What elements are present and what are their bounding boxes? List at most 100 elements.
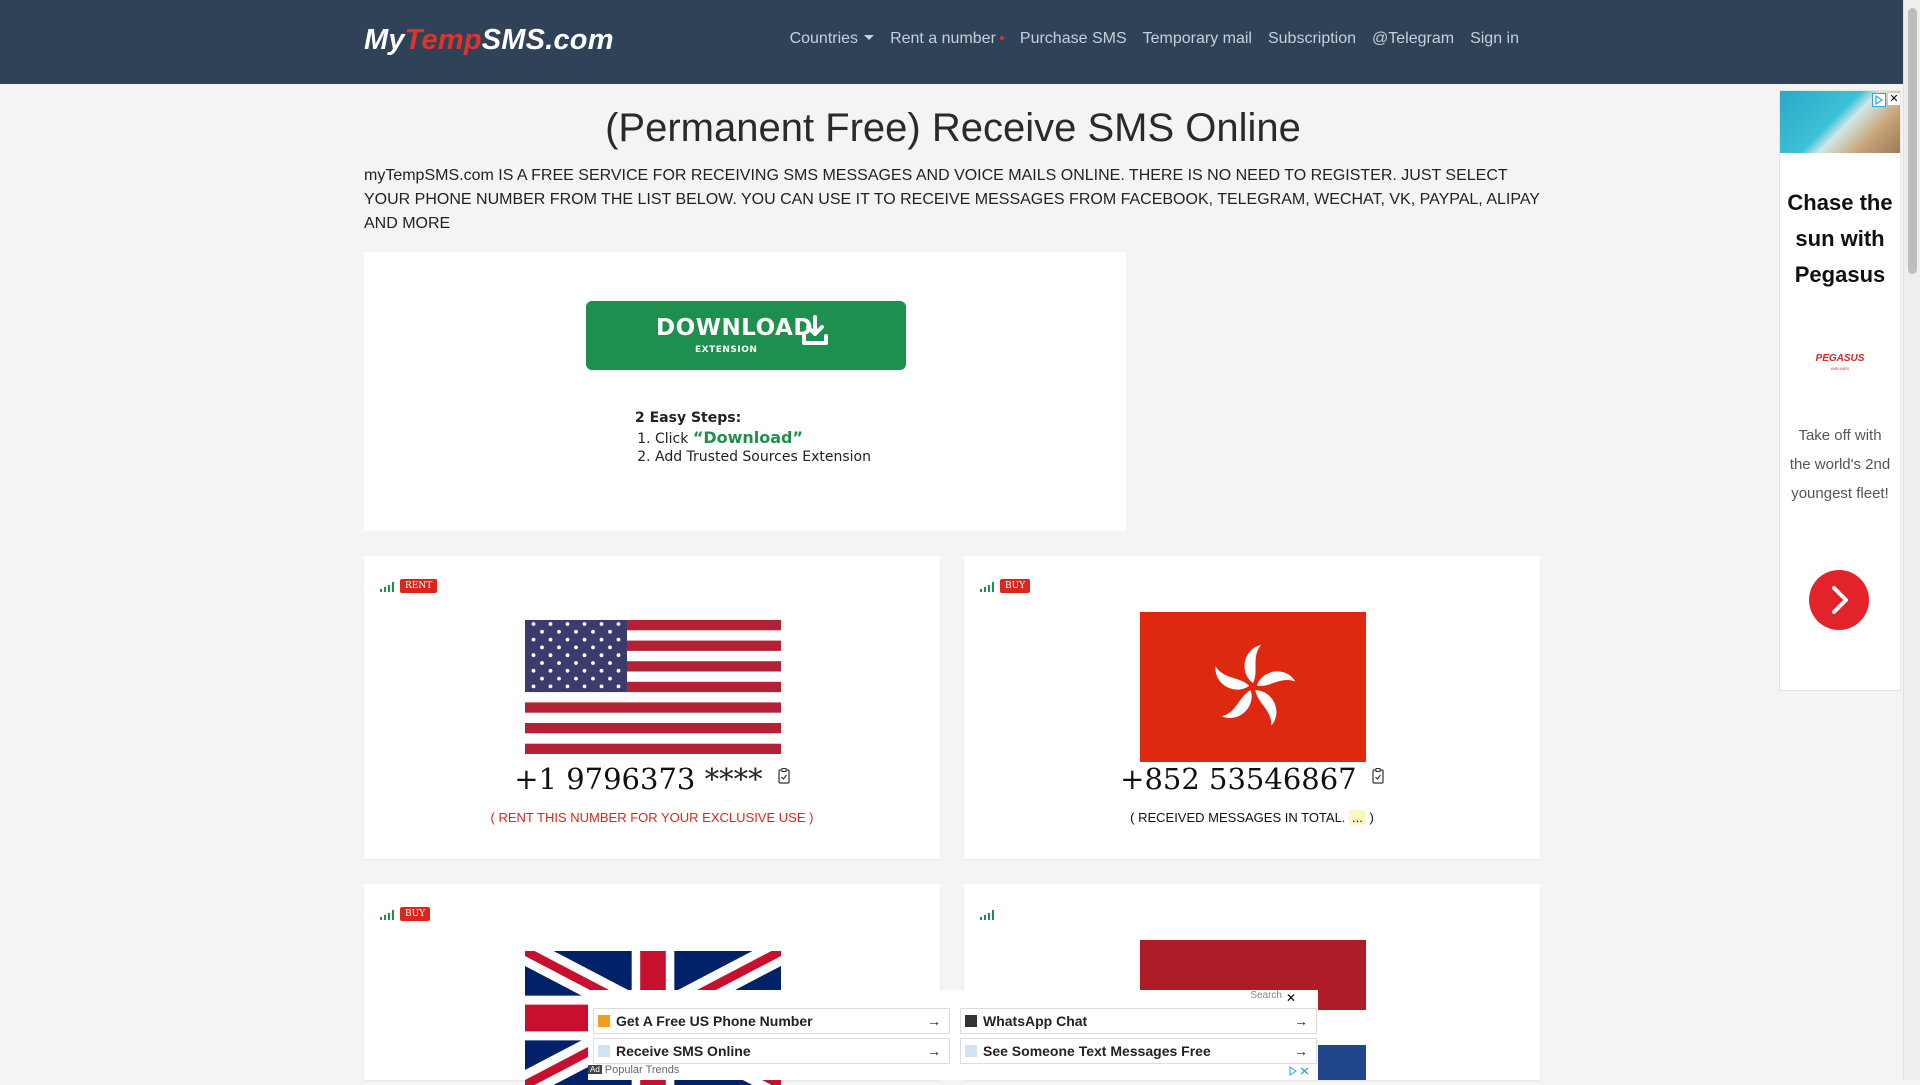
step-1-prefix: Click [655,431,693,447]
flag-star [582,653,587,658]
signal-icon [980,910,994,920]
flag-star [599,622,604,626]
pegasus-logo: PEGASUS [1815,353,1865,364]
flag-star [582,684,587,689]
download-extension-button[interactable]: DOWNLOAD EXTENSION [586,301,906,370]
flag-star [591,661,595,665]
page-scrollbar[interactable] [1903,0,1920,1080]
page-title: (Permanent Free) Receive SMS Online [605,106,1301,150]
flag-star [565,637,570,642]
scrollbar-thumb[interactable] [1908,8,1917,274]
bottom-search-ad: Search ✕ Get A Free US Phone Number → Wha… [588,990,1318,1080]
adchoices-icon[interactable] [1288,1066,1310,1076]
flag-star [574,645,578,650]
number-card-us[interactable]: RENT +1 9796373 **** ( RENT THIS NUMBER … [364,556,940,859]
intro-text: myTempSMS.com IS A FREE SERVICE FOR RECE… [364,167,1540,232]
adchoices-icon[interactable] [1872,93,1886,107]
ad-footer-text: Popular Trends [604,1064,680,1076]
ad-link-label: See Someone Text Messages Free [983,1043,1211,1059]
flag-star [582,637,587,642]
ad-label: Ad [588,1065,602,1074]
flag-star [531,653,536,658]
arrow-right-icon: → [1294,1013,1308,1029]
flag-star [548,622,553,626]
caret-down-icon [864,35,875,40]
number-card-hk[interactable]: BUY +852 53546867 ( RECEIVED MESSAGES IN… [964,556,1540,859]
top-navbar: MyTempSMS.com Countries Rent a number Pu… [0,0,1904,84]
new-dot-icon [999,36,1004,40]
ad-headline: Chase the sun with Pegasus [1787,190,1893,287]
envelope-icon [598,1045,610,1057]
phone-icon [965,1015,977,1027]
clipboard-icon[interactable] [1372,768,1384,784]
flag-star [591,676,595,681]
flag-star [548,668,553,673]
flag-star [616,668,621,673]
signal-icon [980,582,994,592]
nav-temporary-mail[interactable]: Temporary mail [1143,30,1252,48]
nav-countries-label: Countries [789,30,859,47]
brand-part-sms: SMS.com [481,24,614,56]
flag-star [540,645,544,650]
phone-number-us[interactable]: +1 9796373 **** [364,762,940,796]
flag-star [574,661,578,665]
ad-footer: Ad Popular Trends [588,1064,679,1076]
envelope-icon [965,1045,977,1057]
right-banner-ad[interactable]: ✕ Chase the sun with Pegasus PEGASUS AIR… [1779,90,1901,691]
ad-link-label: Get A Free US Phone Number [616,1013,813,1029]
download-icon [802,315,828,345]
ad-cta-button[interactable] [1809,570,1869,630]
clipboard-icon[interactable] [778,768,790,784]
flag-star [531,684,536,689]
phone-number-hk[interactable]: +852 53546867 [964,762,1540,796]
ad-body-text: Take off with the world's 2nd youngest f… [1789,427,1891,502]
step-1: Click “Download” [655,429,871,448]
rent-subtitle[interactable]: ( RENT THIS NUMBER FOR YOUR EXCLUSIVE US… [364,810,940,825]
received-subtitle: ( RECEIVED MESSAGES IN TOTAL. ... ) [964,810,1540,825]
step-1-highlight: “Download” [692,428,804,447]
chevron-right-icon [1832,586,1848,614]
download-button-sublabel: EXTENSION [695,345,758,355]
flag-star [608,645,612,650]
flag-star [616,637,621,642]
flag-star [531,637,536,642]
flag-star [531,668,536,673]
flag-star [548,684,553,689]
flag-star [565,653,570,658]
ad-link-receive-sms[interactable]: Receive SMS Online → [593,1038,950,1064]
flag-star [565,668,570,673]
flag-star [616,684,621,689]
ad-link-see-texts[interactable]: See Someone Text Messages Free → [960,1038,1317,1064]
nav-subscription[interactable]: Subscription [1268,30,1356,48]
ad-link-free-us-number[interactable]: Get A Free US Phone Number → [593,1008,950,1034]
flag-star [591,645,595,650]
nav-rent-number[interactable]: Rent a number [890,30,1004,48]
ad-link-whatsapp-chat[interactable]: WhatsApp Chat → [960,1008,1317,1034]
flag-star [565,684,570,689]
arrow-right-icon: → [927,1043,941,1059]
flag-star [557,645,561,650]
rent-badge: RENT [400,579,438,593]
nav-sign-in[interactable]: Sign in [1470,30,1519,48]
flag-star [616,653,621,658]
flag-star [548,653,553,658]
flag-star [574,676,578,681]
nav-telegram[interactable]: @Telegram [1372,30,1454,48]
close-icon[interactable]: ✕ [1888,93,1900,105]
signal-icon [380,582,394,592]
flag-star [565,622,570,626]
phone-digits: 53546867 [1209,762,1357,796]
step-2: Add Trusted Sources Extension [655,448,871,466]
close-icon[interactable]: ✕ [1286,991,1296,1005]
download-button-label: DOWNLOAD [656,315,813,341]
flag-star [616,622,621,626]
nav-rent-label: Rent a number [890,30,996,47]
buy-badge: BUY [400,907,431,921]
nav-countries-dropdown[interactable]: Countries [789,30,875,48]
brand-logo[interactable]: MyTempSMS.com [364,24,614,57]
nav-purchase-sms[interactable]: Purchase SMS [1020,30,1127,48]
flag-star [599,653,604,658]
received-suffix: ) [1365,810,1374,825]
steps-title: 2 Easy Steps: [635,410,742,426]
brand-part-my: My [364,24,405,56]
